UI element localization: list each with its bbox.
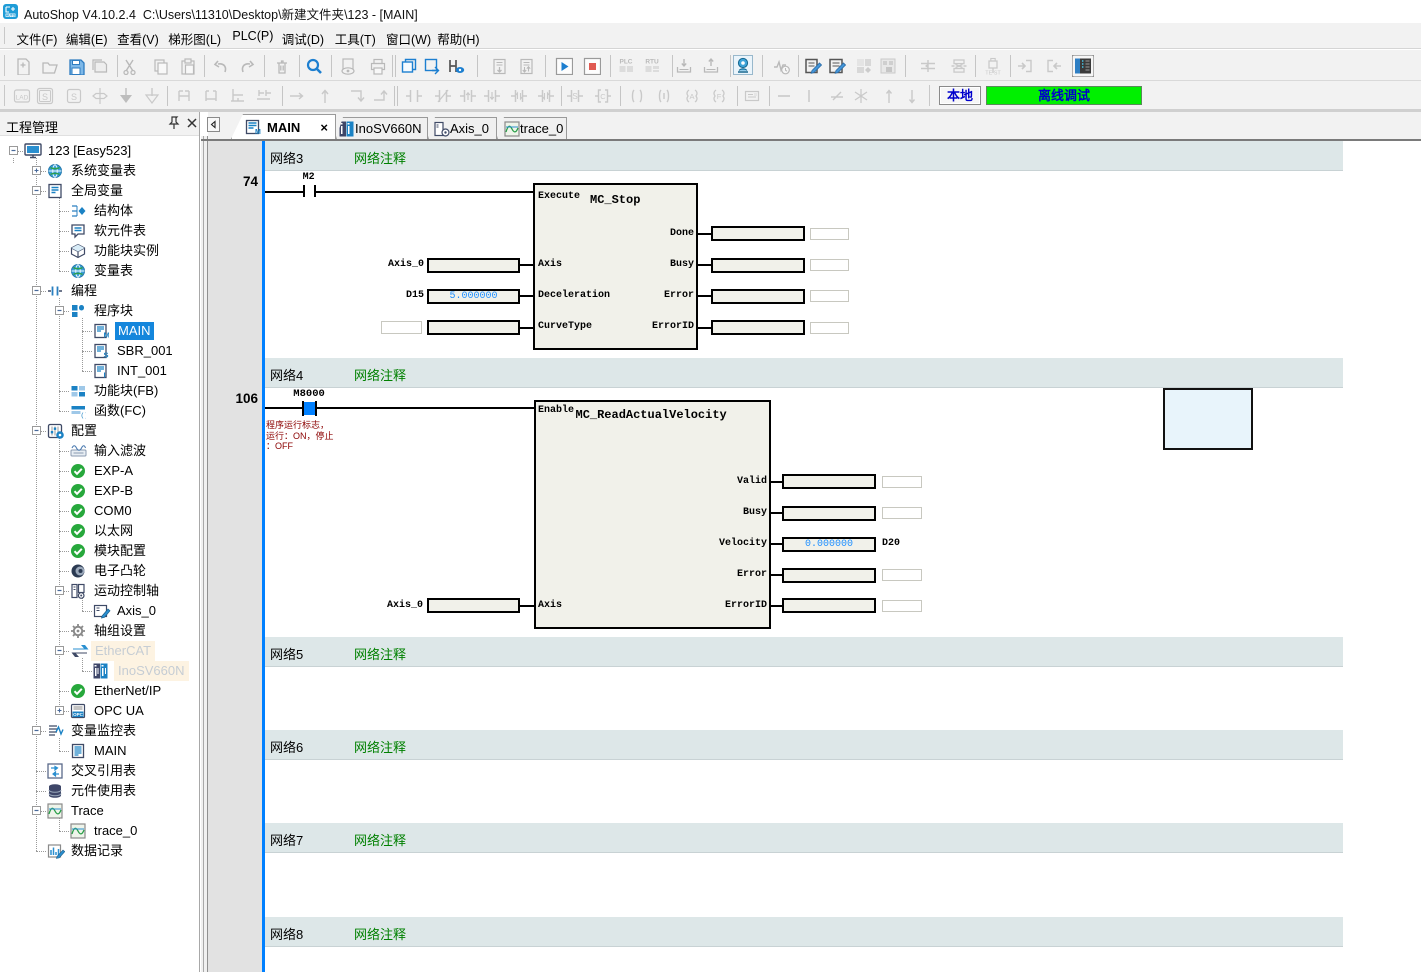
svg-text:(): () [81, 412, 87, 419]
svg-text:M: M [255, 129, 261, 135]
svg-text:F: F [717, 92, 722, 101]
svg-text:RTU: RTU [645, 58, 659, 65]
svg-text:S: S [104, 350, 109, 359]
svg-text:S: S [70, 92, 76, 102]
svg-text:S: S [573, 92, 578, 101]
svg-text:LAD: LAD [16, 94, 29, 101]
svg-text:M: M [104, 330, 110, 339]
svg-text:C: C [600, 92, 606, 101]
svg-text:TE ST: TE ST [985, 70, 1001, 75]
svg-text:PLC: PLC [620, 58, 633, 65]
svg-text:I: I [104, 370, 106, 379]
svg-text:A: A [689, 92, 694, 101]
svg-text:AUTO: AUTO [6, 14, 16, 18]
svg-text:S: S [42, 92, 48, 102]
svg-text:OPC: OPC [73, 712, 84, 717]
